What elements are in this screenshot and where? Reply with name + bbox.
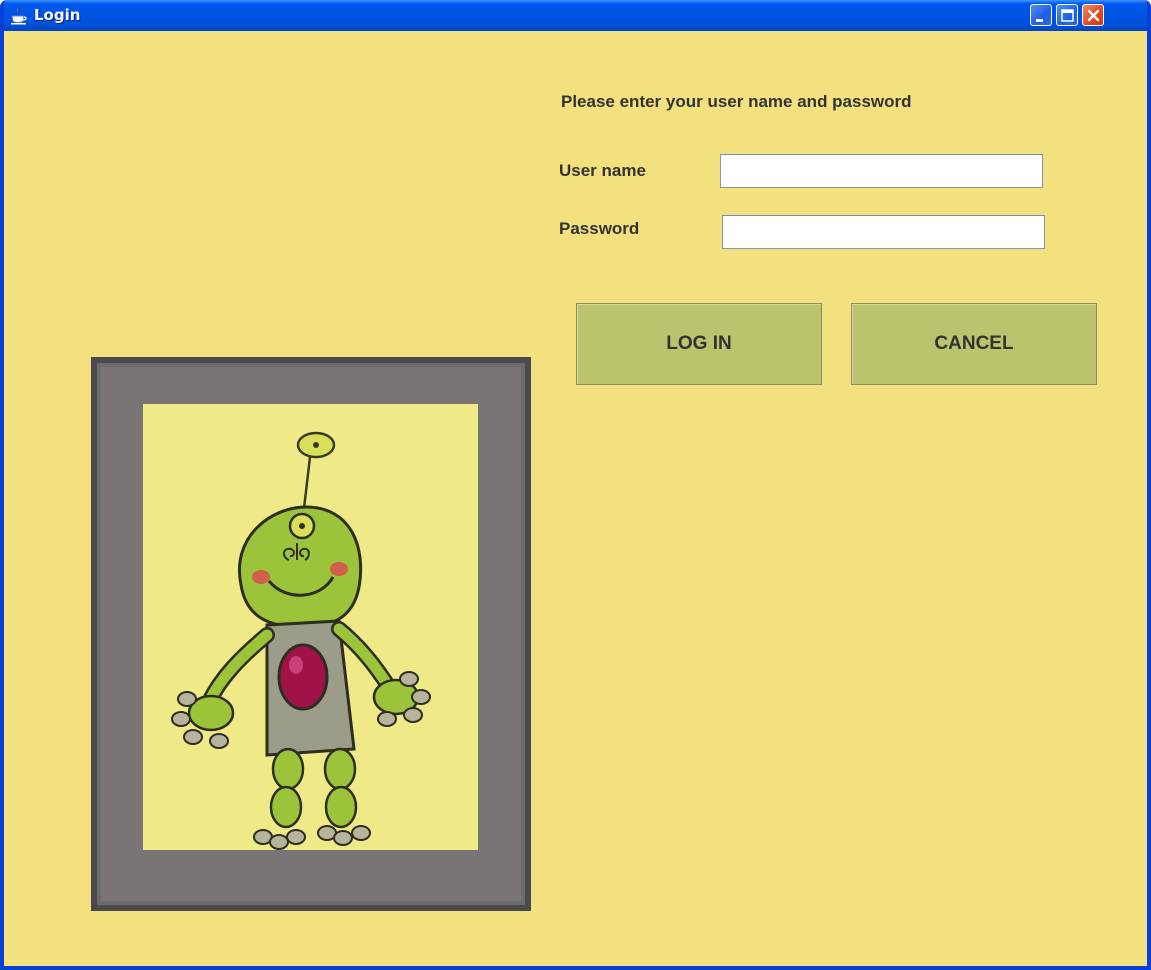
robot-picture: [91, 357, 531, 911]
maximize-icon: [1061, 9, 1074, 22]
minimize-button[interactable]: [1030, 4, 1052, 26]
title-bar[interactable]: Login: [4, 0, 1147, 31]
cancel-button[interactable]: CANCEL: [851, 303, 1097, 385]
username-label: User name: [559, 161, 646, 180]
instructions-text: Please enter your user name and password: [561, 92, 912, 111]
java-icon: [11, 7, 27, 25]
minimize-icon: [1036, 19, 1043, 22]
maximize-button[interactable]: [1056, 4, 1078, 26]
password-input[interactable]: [722, 215, 1045, 249]
heart-gem: [277, 643, 329, 711]
password-label: Password: [559, 219, 640, 238]
window-title: Login: [34, 6, 81, 24]
content-pane: Please enter your user name and password…: [10, 31, 1147, 966]
login-window: Login Please enter your user name and pa…: [0, 0, 1151, 970]
login-button[interactable]: LOG IN: [576, 303, 822, 385]
close-button[interactable]: [1082, 4, 1104, 26]
close-icon: [1087, 9, 1100, 22]
username-input[interactable]: [720, 154, 1043, 188]
